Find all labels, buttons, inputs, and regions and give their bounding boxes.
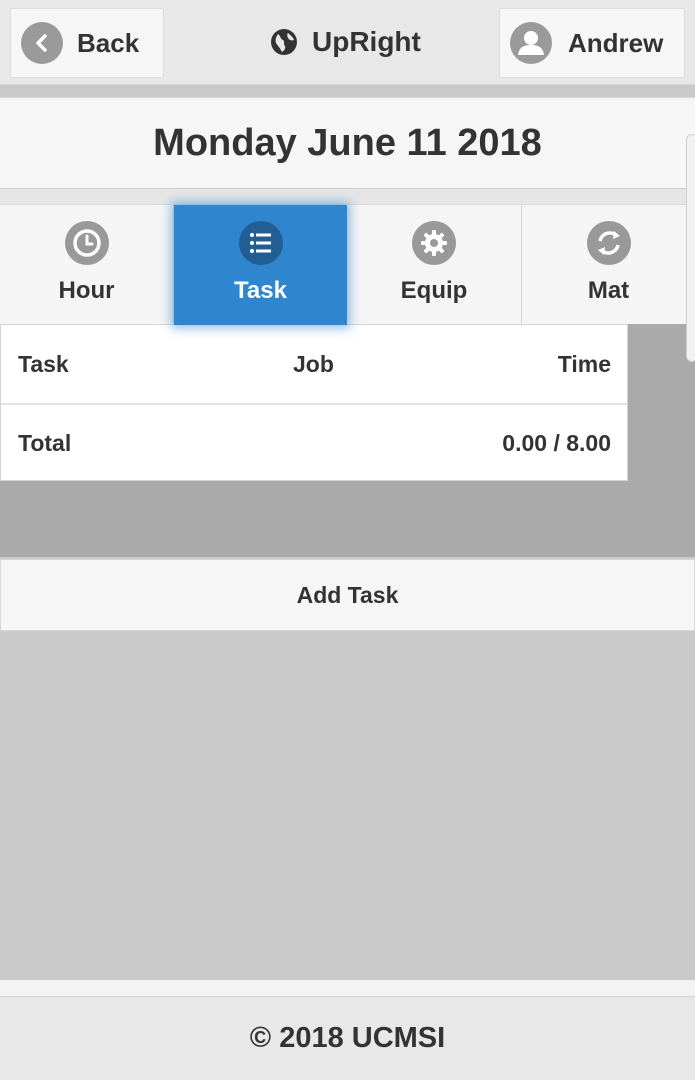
column-header-job: Job (293, 350, 334, 377)
table-header-row: Task Job Time (1, 325, 627, 405)
tab-label: Equip (400, 277, 468, 304)
app-brand: UpRight (270, 20, 421, 64)
user-avatar-icon (510, 22, 552, 64)
user-button[interactable]: Andrew (499, 8, 685, 78)
brand-title: UpRight (312, 26, 421, 57)
back-button[interactable]: Back (10, 8, 164, 78)
total-label: Total (18, 429, 72, 456)
column-header-task: Task (18, 350, 69, 377)
content-area (0, 631, 695, 980)
clock-icon (64, 221, 109, 265)
divider (0, 189, 695, 204)
refresh-icon (586, 221, 631, 265)
chevron-left-icon (21, 22, 63, 64)
tab-equip[interactable]: Equip (347, 205, 522, 325)
total-value: 0.00 / 8.00 (502, 429, 611, 456)
user-name: Andrew (568, 27, 664, 58)
globe-icon (270, 28, 298, 56)
date-bar: Monday June 11 2018 (0, 97, 695, 189)
tab-task[interactable]: Task (174, 205, 347, 325)
app-header: Back UpRight Andrew (0, 0, 695, 85)
footer: © 2018 UCMSI (0, 996, 695, 1080)
footer-divider (0, 980, 695, 996)
column-header-time: Time (557, 350, 611, 377)
add-task-button[interactable]: Add Task (0, 559, 695, 631)
tab-label: Hour (58, 277, 115, 304)
page-title: Monday June 11 2018 (153, 121, 542, 164)
table-total-row: Total 0.00 / 8.00 (1, 405, 627, 481)
task-table: Task Job Time Total 0.00 / 8.00 (0, 324, 628, 481)
tab-label: Task (234, 277, 287, 304)
gear-icon (412, 221, 456, 265)
tab-hour[interactable]: Hour (0, 205, 174, 325)
tab-mat[interactable]: Mat (522, 205, 695, 325)
list-icon (238, 221, 283, 265)
scrollbar[interactable] (686, 134, 695, 362)
tab-label: Mat (587, 277, 630, 304)
back-label: Back (77, 27, 140, 58)
tab-bar: Hour Task Equip Mat (0, 204, 695, 325)
